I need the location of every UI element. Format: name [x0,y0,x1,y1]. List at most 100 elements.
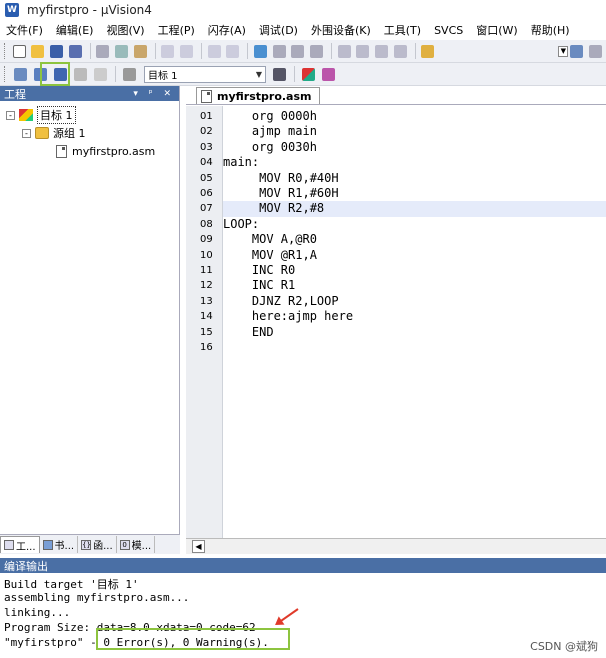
code-line[interactable]: INC R0 [223,263,606,278]
code-line[interactable]: org 0000h [223,109,606,124]
manage-components-button[interactable] [299,65,317,83]
code-line[interactable]: here:ajmp here [223,309,606,324]
build-toolbar: 目标 1 ▼ [0,63,606,86]
collapse-icon[interactable]: - [22,128,31,138]
line-number: 16 [200,342,213,353]
code-line[interactable]: LOOP: [223,217,606,232]
toolbar-separator [414,43,416,59]
tree-node-group[interactable]: - 源组 1 [0,124,179,142]
toolbar-separator [115,66,116,82]
menu-file[interactable]: 文件(F) [6,22,43,38]
tab-project[interactable]: 工... [0,536,40,553]
menu-flash[interactable]: 闪存(A) [208,22,246,38]
window-title: myfirstpro - µVision4 [27,3,152,17]
asm-file-icon [56,144,67,158]
code-line-text: MOV @R1,A [223,247,317,262]
tab-functions[interactable]: {} 函... [78,536,117,553]
save-button[interactable] [48,42,65,60]
horizontal-scrollbar[interactable]: ◀ [186,538,606,554]
unindent-button[interactable] [354,42,371,60]
copy-button[interactable] [113,42,130,60]
build-output-panel[interactable]: Build target '目标 1' assembling myfirstpro… [0,573,606,658]
line-number: 01 [200,111,213,122]
functions-tab-icon: {} [81,539,92,550]
asm-file-icon [201,89,212,103]
indent-button[interactable] [336,42,353,60]
scroll-left-icon[interactable]: ◀ [192,540,205,553]
code-line[interactable]: MOV @R1,A [223,248,606,263]
menu-view[interactable]: 视图(V) [106,22,144,38]
editor-tab-label: myfirstpro.asm [217,89,312,103]
target-options-button[interactable] [270,65,288,83]
bookmark-button[interactable] [252,42,269,60]
nav-forward-button[interactable] [225,42,242,60]
target-select[interactable]: 目标 1 ▼ [144,65,266,83]
menu-project[interactable]: 工程(P) [158,22,195,38]
save-all-button[interactable] [67,42,84,60]
next-bookmark-button[interactable] [289,42,306,60]
panel-controls[interactable]: ▾ ᵖ ✕ [133,89,175,99]
open-file-button[interactable] [30,42,47,60]
clear-bookmarks-button[interactable] [308,42,325,60]
options-button[interactable] [587,42,604,60]
find-dropdown-arrow[interactable]: ▼ [558,45,569,57]
project-panel: 工程 ▾ ᵖ ✕ - 目标 1 - 源组 1 myfirstpro.asm 工.… [0,86,180,554]
file-extensions-button[interactable] [319,65,337,83]
highlight-box-errors [96,628,290,650]
translate-button[interactable] [11,65,29,83]
project-panel-tabs: 工... 书... {} 函... 0 模... [0,534,180,554]
uncomment-button[interactable] [392,42,409,60]
code-line[interactable]: MOV R2,#8 [223,201,606,217]
download-button[interactable] [120,65,138,83]
nav-back-button[interactable] [206,42,223,60]
menu-debug[interactable]: 调试(D) [259,22,298,38]
toolbar-grip[interactable] [4,66,7,82]
code-line[interactable]: DJNZ R2,LOOP [223,294,606,309]
code-line[interactable]: MOV R1,#60H [223,186,606,201]
uvision-app-icon: W [5,3,19,17]
undo-button[interactable] [160,42,177,60]
prev-bookmark-button[interactable] [271,42,288,60]
tab-books[interactable]: 书... [40,536,79,553]
menu-window[interactable]: 窗口(W) [476,22,517,38]
menu-peripherals[interactable]: 外围设备(K) [311,22,371,38]
batch-build-button[interactable] [71,65,89,83]
chevron-down-icon[interactable]: ▼ [256,70,262,79]
tab-label: 模... [131,541,152,552]
menu-help[interactable]: 帮助(H) [531,22,570,38]
code-line[interactable]: MOV R0,#40H [223,171,606,186]
code-line-text: INC R1 [223,278,296,293]
redo-button[interactable] [178,42,195,60]
code-line-text: MOV A,@R0 [223,232,317,247]
code-text-area[interactable]: org 0000h ajmp main org 0030h main: MOV R… [223,106,606,538]
code-line[interactable]: MOV A,@R0 [223,232,606,247]
code-line[interactable]: ajmp main [223,124,606,139]
collapse-icon[interactable]: - [6,110,15,120]
code-line[interactable]: INC R1 [223,278,606,293]
find-in-files-button[interactable] [419,42,436,60]
file-toolbar: ▼ [0,40,606,63]
paste-button[interactable] [132,42,149,60]
toolbar-separator [330,43,332,59]
toolbar-grip[interactable] [4,43,7,59]
stop-build-button[interactable] [91,65,109,83]
tree-node-label: myfirstpro.asm [72,144,156,158]
tree-node-target[interactable]: - 目标 1 [0,106,179,124]
tree-node-file[interactable]: myfirstpro.asm [0,142,179,160]
code-line[interactable]: END [223,325,606,340]
comment-button[interactable] [373,42,390,60]
menu-svcs[interactable]: SVCS [434,24,463,37]
target-select-value: 目标 1 [148,70,178,82]
new-file-button[interactable] [11,42,28,60]
menu-edit[interactable]: 编辑(E) [56,22,94,38]
books-tab-icon [42,539,53,550]
cut-button[interactable] [95,42,112,60]
code-line-text: END [223,324,274,339]
code-line[interactable]: main: [223,155,606,170]
find-button[interactable] [568,42,585,60]
menu-tools[interactable]: 工具(T) [384,22,421,38]
code-line[interactable] [223,340,606,355]
code-line[interactable]: org 0030h [223,140,606,155]
tab-templates[interactable]: 0 模... [117,536,156,553]
tab-myfirstpro-asm[interactable]: myfirstpro.asm [196,87,321,104]
